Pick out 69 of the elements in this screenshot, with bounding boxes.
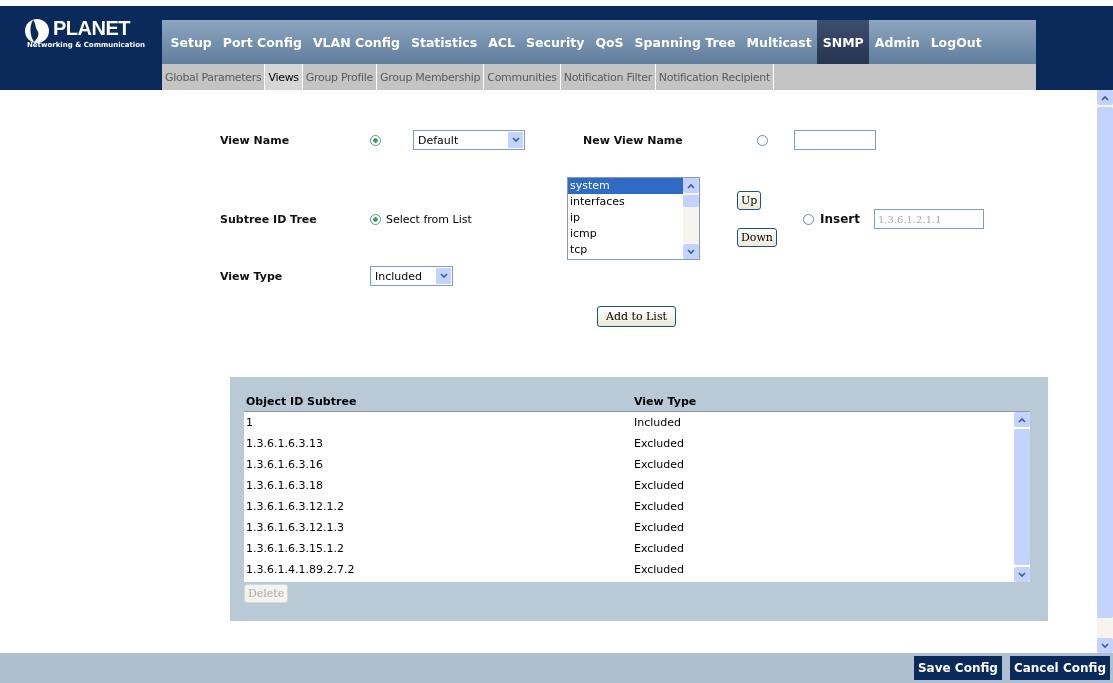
- scrollbar[interactable]: [683, 178, 699, 259]
- new-view-name-field[interactable]: [794, 130, 876, 150]
- table-cell-text: Included: [634, 416, 683, 429]
- radio-button[interactable]: [757, 134, 768, 146]
- table-cell-text: Excluded: [634, 437, 686, 450]
- scrollbar[interactable]: [1014, 412, 1030, 582]
- field-label: New View Name: [583, 133, 684, 147]
- up-button[interactable]: Up: [737, 191, 762, 210]
- menu-tab[interactable]: VLAN Config: [307, 20, 406, 64]
- table-cell-text: 1: [245, 416, 254, 429]
- submenu-tab[interactable]: Views: [265, 64, 303, 90]
- field-label: View Type: [220, 269, 284, 283]
- menu-tab[interactable]: Port Config: [217, 20, 308, 64]
- menu-tab[interactable]: SNMP: [817, 20, 870, 64]
- footer-button[interactable]: Save Config: [913, 656, 1002, 680]
- column-header: View Type: [634, 395, 698, 408]
- table-cell-text: Excluded: [634, 542, 686, 555]
- field-label: View Name: [220, 133, 291, 147]
- table-cell-text: Excluded: [634, 563, 686, 576]
- menu-tab[interactable]: Multicast: [741, 20, 818, 64]
- radio-label: Insert: [820, 212, 860, 226]
- menu-tab[interactable]: ACL: [482, 20, 521, 64]
- field-label: Subtree ID Tree: [220, 212, 318, 226]
- scroll-up-icon[interactable]: [687, 182, 695, 189]
- table-cell-text: Excluded: [634, 521, 686, 534]
- radio-label: Select from List: [386, 212, 472, 226]
- menu-tab[interactable]: QoS: [589, 20, 630, 64]
- down-button[interactable]: Down: [737, 228, 777, 247]
- brand-logo-text: PLANET: [53, 18, 132, 38]
- footer-button[interactable]: Cancel Config: [1009, 656, 1110, 680]
- table-cell-text: Excluded: [634, 479, 686, 492]
- view-type-select[interactable]: Included: [370, 266, 453, 286]
- table-cell-text: Excluded: [634, 458, 686, 471]
- radio-button[interactable]: [370, 213, 381, 225]
- radio-button[interactable]: [370, 134, 381, 146]
- menu-tab[interactable]: Statistics: [405, 20, 483, 64]
- menu-tab[interactable]: Security: [520, 20, 590, 64]
- subtree-listbox[interactable]: system interfaces ip icmp tcp: [567, 177, 700, 260]
- column-header: Object ID Subtree: [245, 395, 358, 408]
- list-option[interactable]: tcp: [568, 242, 683, 258]
- menu-tab[interactable]: Setup: [165, 20, 218, 64]
- scroll-up-icon[interactable]: [1018, 416, 1026, 423]
- list-option[interactable]: system: [568, 178, 683, 194]
- menu-tab[interactable]: Spanning Tree: [629, 20, 742, 64]
- table-cell-text: 1.3.6.1.6.3.12.1.2: [245, 500, 345, 513]
- table-cell-text: 1.3.6.1.6.3.15.1.2: [245, 542, 345, 555]
- radio-button[interactable]: [803, 213, 814, 225]
- table-cell-text: 1.3.6.1.6.3.16: [245, 458, 324, 471]
- table-cell-text: Excluded: [634, 500, 686, 513]
- list-option[interactable]: ip: [568, 210, 683, 226]
- scroll-up-icon[interactable]: [1101, 94, 1109, 101]
- submenu-tab[interactable]: Group Profile: [302, 64, 378, 90]
- view-name-select[interactable]: Default: [413, 130, 525, 150]
- scroll-down-icon[interactable]: [687, 248, 695, 255]
- menu-tab[interactable]: Admin: [869, 20, 926, 64]
- table-cell-text: 1.3.6.1.6.3.12.1.3: [245, 521, 345, 534]
- table-cell-text: 1.3.6.1.6.3.13: [245, 437, 324, 450]
- submenu-tab[interactable]: Notification Filter: [560, 64, 656, 90]
- table-cell-text: 1.3.6.1.6.3.18: [245, 479, 324, 492]
- scroll-down-icon[interactable]: [1101, 642, 1109, 649]
- submenu-tab[interactable]: Group Membership: [377, 64, 485, 90]
- submenu-tab[interactable]: Notification Recipient: [655, 64, 774, 90]
- submenu-tab[interactable]: Communities: [484, 64, 561, 90]
- list-option[interactable]: icmp: [568, 226, 683, 242]
- menu-tab[interactable]: LogOut: [925, 20, 988, 64]
- list-option[interactable]: interfaces: [568, 194, 683, 210]
- add-to-list-button[interactable]: Add to List: [597, 306, 676, 327]
- scroll-down-icon[interactable]: [1018, 571, 1026, 578]
- table-cell-text: 1.3.6.1.4.1.89.2.7.2: [245, 563, 356, 576]
